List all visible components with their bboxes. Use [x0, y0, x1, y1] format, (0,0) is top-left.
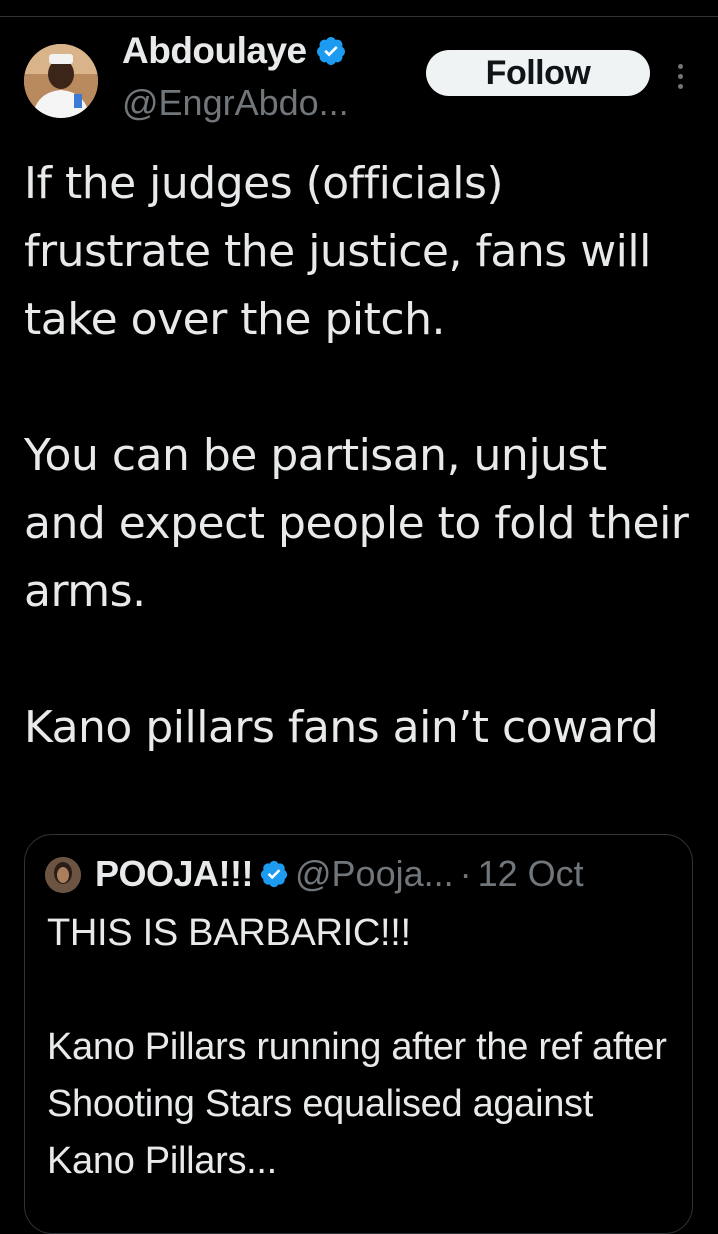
- author-name[interactable]: Abdoulaye: [122, 30, 307, 72]
- quoted-tweet-card[interactable]: POOJA!!! @Pooja... · 12 Oct THIS IS BARB…: [24, 834, 693, 1234]
- tweet-paragraph: If the judges (officials) frustrate the …: [24, 158, 651, 345]
- quoted-date: 12 Oct: [477, 853, 584, 894]
- top-divider: [0, 16, 718, 17]
- tweet-paragraph: You can be partisan, unjust and expect p…: [24, 430, 689, 617]
- tweet-paragraph: Kano pillars fans ain’t coward: [24, 702, 659, 753]
- verified-badge-icon: [316, 37, 345, 65]
- quoted-paragraph: THIS IS BARBARIC!!!: [47, 912, 411, 954]
- quoted-paragraph: Kano Pillars running after the ref after…: [47, 1026, 667, 1182]
- author-handle[interactable]: @EngrAbdo...: [122, 82, 349, 124]
- quoted-author-handle: @Pooja...: [295, 853, 454, 894]
- quoted-avatar-photo: [45, 857, 81, 893]
- quoted-body: THIS IS BARBARIC!!! Kano Pillars running…: [47, 905, 677, 1190]
- author-avatar[interactable]: [24, 44, 98, 118]
- tweet-body: If the judges (officials) frustrate the …: [24, 150, 694, 762]
- more-dot: [677, 63, 683, 69]
- more-dot: [677, 73, 683, 79]
- quoted-header: POOJA!!! @Pooja... · 12 Oct: [95, 853, 584, 895]
- follow-button[interactable]: Follow: [426, 50, 650, 96]
- more-dot: [677, 83, 683, 89]
- quoted-verified-badge-icon: [260, 860, 288, 888]
- quoted-author-avatar: [45, 857, 81, 893]
- author-name-row: Abdoulaye: [122, 30, 347, 72]
- more-vertical-icon[interactable]: [668, 58, 692, 94]
- quoted-author-name: POOJA!!!: [95, 853, 254, 894]
- avatar-photo: [24, 44, 98, 118]
- meta-separator: ·: [459, 853, 472, 894]
